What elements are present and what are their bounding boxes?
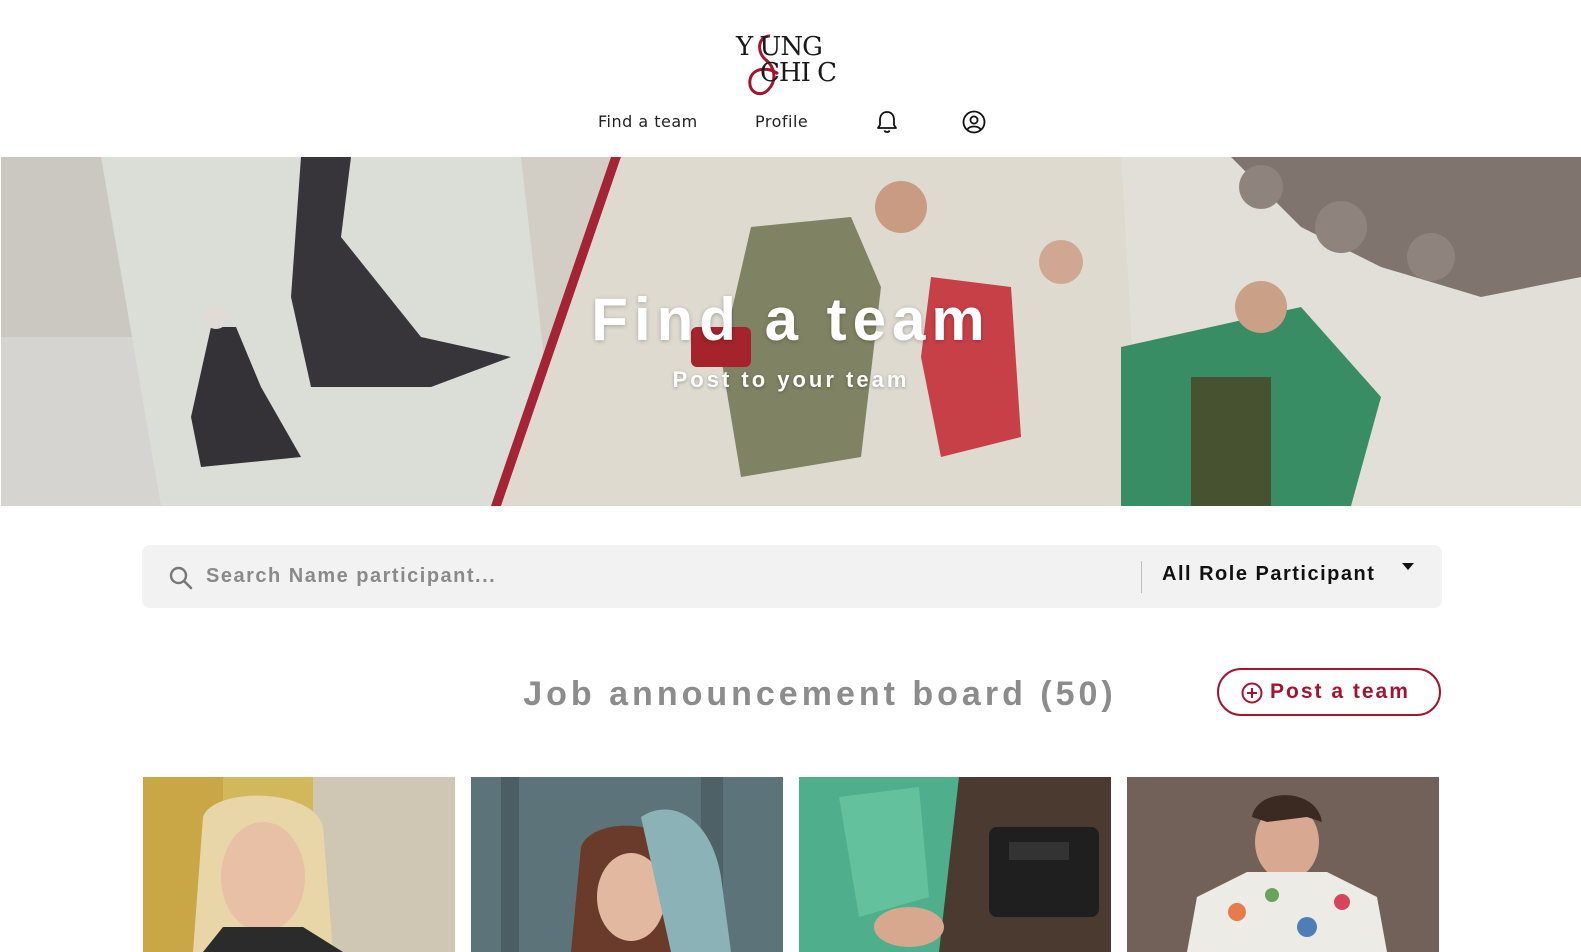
search-divider xyxy=(1141,561,1142,593)
search-icon xyxy=(169,566,193,590)
hero-subtitle: Post to your team xyxy=(672,367,910,392)
blonde-woman-photo xyxy=(143,777,455,952)
board-title: Job announcement board (50) xyxy=(523,675,1117,713)
role-filter-dropdown[interactable]: All Role Participant xyxy=(1162,563,1414,591)
announcement-card[interactable] xyxy=(1127,777,1439,952)
announcement-cards xyxy=(0,777,1581,952)
role-filter-value: All Role Participant xyxy=(1162,563,1376,585)
bell-icon[interactable] xyxy=(873,108,901,136)
plus-circle-icon xyxy=(1241,682,1263,704)
hero-title: Find a team xyxy=(591,286,991,353)
nav-profile[interactable]: Profile xyxy=(755,112,808,131)
caret-down-icon xyxy=(1402,563,1414,570)
nav-find-a-team[interactable]: Find a team xyxy=(598,112,698,131)
hero-banner: Find a team Post to your team xyxy=(1,157,1581,506)
announcement-card[interactable] xyxy=(799,777,1111,952)
site-header: Y UNG CHI C Find a team Profile xyxy=(0,0,1581,157)
search-bar: All Role Participant xyxy=(142,545,1442,608)
man-floral-shirt-photo xyxy=(1127,777,1439,952)
young-and-chic-logo[interactable]: Y UNG CHI C xyxy=(736,30,848,98)
user-circle-icon[interactable] xyxy=(960,108,988,136)
post-a-team-label: Post a team xyxy=(1270,680,1410,703)
woman-forest-photo xyxy=(471,777,783,952)
logo-line-2: CHI C xyxy=(760,58,837,88)
search-participant-input[interactable] xyxy=(206,557,1256,595)
post-a-team-button[interactable]: Post a team xyxy=(1217,668,1441,716)
main-nav: Find a team Profile xyxy=(0,108,1581,138)
announcement-card[interactable] xyxy=(471,777,783,952)
announcement-card[interactable] xyxy=(143,777,455,952)
sewing-machine-photo xyxy=(799,777,1111,952)
